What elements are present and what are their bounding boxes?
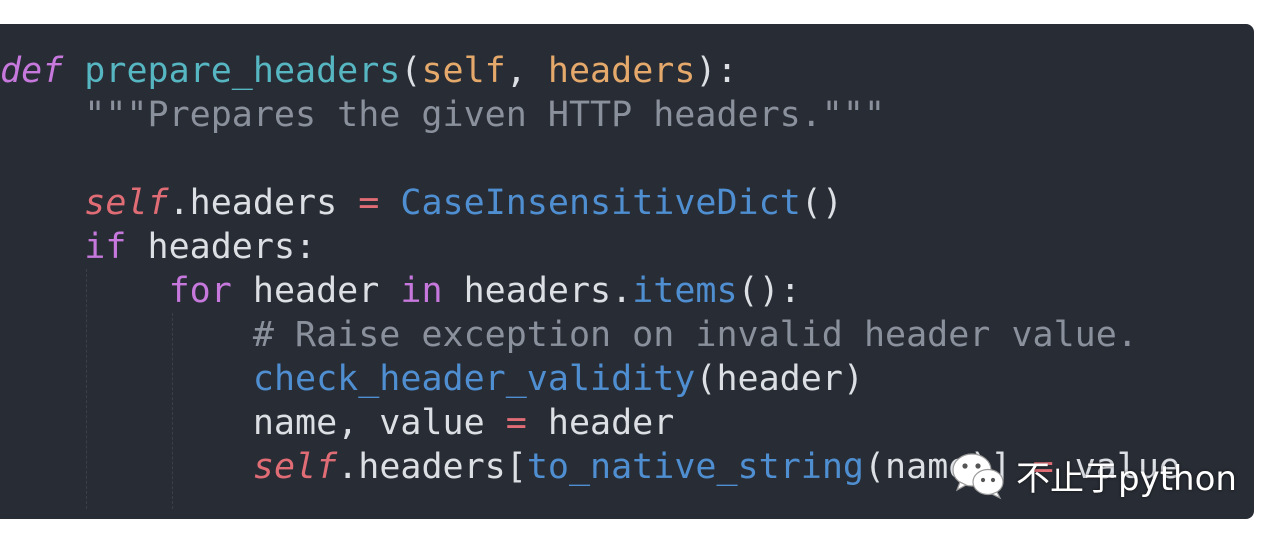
code-token: self — [84, 183, 169, 223]
page: def prepare_headers(self, headers): """P… — [0, 0, 1280, 544]
code-token: prepare_headers — [84, 51, 401, 91]
code-line: for header in headers.items(): — [0, 269, 1180, 313]
code-token: .headers[ — [337, 447, 527, 487]
code-line: name, value = header — [0, 401, 1180, 445]
code-token: , — [505, 51, 548, 91]
code-token: () — [800, 183, 843, 223]
code-token: for — [168, 271, 232, 311]
code-token: headers — [547, 51, 696, 91]
code-line: """Prepares the given HTTP headers.""" — [0, 93, 1180, 137]
code-token: self — [252, 447, 338, 487]
code-line: # Raise exception on invalid header valu… — [0, 313, 1180, 357]
code-token: header — [231, 271, 401, 311]
code-token: def — [0, 51, 64, 91]
code-token: # Raise exception on invalid header valu… — [0, 315, 1138, 355]
code-line: self.headers = CaseInsensitiveDict() — [0, 181, 1180, 225]
code-token: in — [400, 271, 443, 311]
code-block: def prepare_headers(self, headers): """P… — [0, 49, 1180, 489]
code-token: (header) — [695, 359, 864, 399]
code-token: = — [358, 183, 380, 223]
code-token: headers. — [442, 271, 633, 311]
code-token: (): — [737, 271, 801, 311]
code-token: ( — [400, 51, 422, 91]
code-token: CaseInsensitiveDict — [400, 183, 801, 223]
code-token: """Prepares the given HTTP headers.""" — [0, 95, 886, 135]
code-token: name, value — [0, 403, 506, 443]
code-token: self — [421, 51, 506, 91]
code-line: if headers: — [0, 225, 1180, 269]
code-token: check_header_validity — [252, 359, 696, 399]
code-editor: def prepare_headers(self, headers): """P… — [0, 24, 1254, 519]
watermark: 不止于python — [950, 447, 1237, 503]
code-token: = — [505, 403, 527, 443]
watermark-text: 不止于python — [1016, 458, 1237, 499]
code-token: items — [632, 271, 738, 311]
code-token: if — [84, 227, 127, 267]
code-line: def prepare_headers(self, headers): — [0, 49, 1180, 93]
code-token: header — [526, 403, 675, 443]
code-line: check_header_validity(header) — [0, 357, 1180, 401]
code-token: .headers — [168, 183, 359, 223]
code-token: headers: — [126, 227, 317, 267]
wechat-icon — [952, 453, 1004, 500]
code-token: to_native_string — [526, 447, 864, 487]
code-token: ): — [695, 51, 738, 91]
